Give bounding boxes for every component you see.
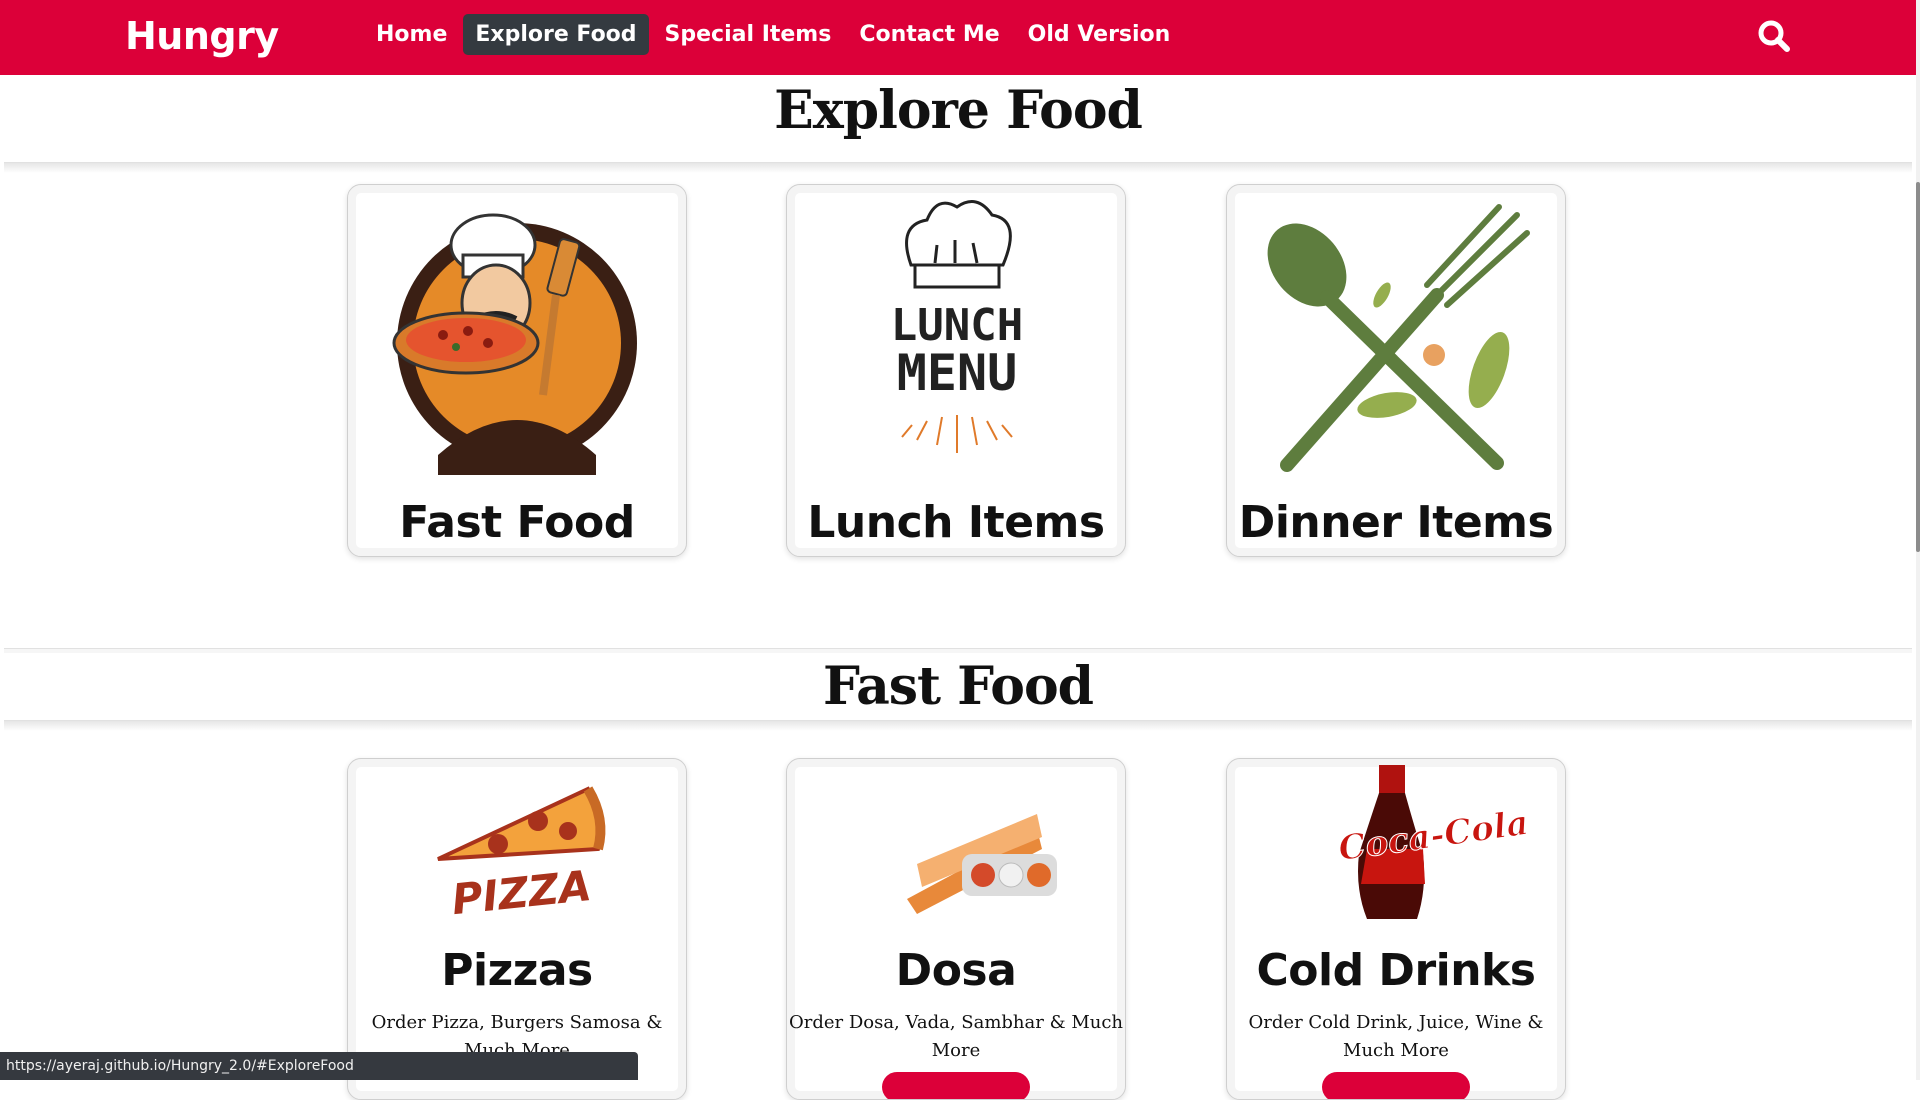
pizza-slice-image: PIZZA <box>437 786 606 924</box>
nav-links: Home Explore Food Special Items Contact … <box>364 14 1186 55</box>
card-description: Order Cold Drink, Juice, Wine & Much Mor… <box>1248 1012 1544 1061</box>
category-card-fast-food[interactable]: Fast Food <box>347 184 687 557</box>
heading-divider <box>4 720 1912 731</box>
pizza-logo-text: PIZZA <box>449 861 593 924</box>
nav-link-old-version[interactable]: Old Version <box>1016 14 1183 55</box>
food-card-pizzas[interactable]: PIZZA Pizzas Order Pizza, Burgers Samosa… <box>347 758 687 1100</box>
card-title: Dinner Items <box>1238 497 1554 548</box>
top-navbar: Hungry Home Explore Food Special Items C… <box>0 0 1916 75</box>
heading-divider <box>4 162 1912 173</box>
category-card-dinner-items[interactable]: Dinner Items <box>1226 184 1566 557</box>
brand-logo[interactable]: Hungry <box>125 14 279 58</box>
scrollbar-thumb[interactable] <box>1916 182 1920 552</box>
spoon-fork-crossed-icon <box>1267 204 1530 472</box>
nav-link-special-items[interactable]: Special Items <box>653 14 844 55</box>
nav-link-contact-me[interactable]: Contact Me <box>847 14 1011 55</box>
nav-link-home[interactable]: Home <box>364 14 459 55</box>
order-button[interactable] <box>1322 1072 1470 1099</box>
lunch-menu-chef-hat: LUNCH MENU <box>891 200 1023 453</box>
card-title: Pizzas <box>441 945 593 996</box>
coca-cola-logo-text: Coca-Cola <box>1336 803 1531 869</box>
card-title: Fast Food <box>399 497 635 548</box>
coca-cola-bottle-image: Coca-Cola <box>1335 765 1531 919</box>
nav-link-explore-food[interactable]: Explore Food <box>463 14 649 55</box>
fast-food-heading: Fast Food <box>823 656 1094 717</box>
section-top-rule <box>4 648 1912 653</box>
explore-food-heading: Explore Food <box>774 80 1143 141</box>
chef-with-pizza-logo <box>392 213 637 475</box>
dosa-plate-image <box>907 814 1057 914</box>
search-icon[interactable] <box>1756 18 1792 54</box>
food-card-dosa[interactable]: Dosa Order Dosa, Vada, Sambhar & Much Mo… <box>786 758 1126 1100</box>
category-card-lunch-items[interactable]: LUNCH MENU Lunch Items <box>786 184 1126 557</box>
card-title: Dosa <box>895 945 1017 996</box>
card-title: Cold Drinks <box>1256 945 1537 996</box>
card-description: Order Dosa, Vada, Sambhar & Much More <box>788 1012 1124 1061</box>
link-preview-status-bar: https://ayeraj.github.io/Hungry_2.0/#Exp… <box>0 1052 638 1080</box>
order-button[interactable] <box>882 1072 1030 1099</box>
card-title: Lunch Items <box>807 497 1105 548</box>
food-card-cold-drinks[interactable]: Coca-Cola Cold Drinks Order Cold Drink, … <box>1226 758 1566 1100</box>
menu-word: MENU <box>897 344 1017 402</box>
